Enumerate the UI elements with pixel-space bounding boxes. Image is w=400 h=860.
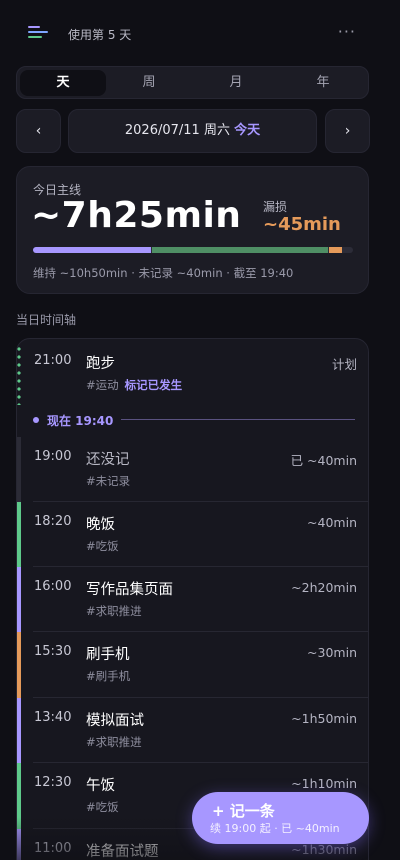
now-indicator: 现在 19:40 xyxy=(33,411,355,429)
entry-duration: 计划 xyxy=(331,357,357,372)
entry-duration: ~40min xyxy=(307,515,357,530)
entry-time: 13:40 xyxy=(34,710,72,725)
entry-tag: #吃饭 xyxy=(86,538,119,554)
summary-card: 今日主线 ~7h25min 漏损 ~45min 维持 ~10h50min · 未… xyxy=(16,166,369,294)
more-icon[interactable]: ··· xyxy=(338,22,356,41)
add-entry-button[interactable]: + 记一条 续 19:00 起 · 已 ~40min xyxy=(192,792,369,844)
entry-time: 12:30 xyxy=(34,775,72,790)
entry-duration: ~1h50min xyxy=(291,711,357,726)
date-text: 2026/07/11 周六 xyxy=(124,123,230,138)
entry-title: 还没记 xyxy=(86,452,130,468)
entry-tag-text: #吃饭 xyxy=(86,539,119,553)
entry-time: 21:00 xyxy=(34,353,72,368)
entry-tag-text: #求职推进 xyxy=(86,604,142,618)
entry-tag: #运动 标记已发生 xyxy=(86,377,182,393)
entry-tag-text: #运动 xyxy=(86,378,119,392)
entry-title: 午饭 xyxy=(86,778,115,794)
entry-tag-text: #吃饭 xyxy=(86,800,119,814)
add-entry-label: + 记一条 xyxy=(212,802,275,820)
entry-title: 写作品集页面 xyxy=(86,582,173,598)
progress-segment xyxy=(329,247,342,253)
entry-tag: #未记录 xyxy=(86,473,130,489)
top-bar: 使用第 5 天 ··· xyxy=(0,0,400,66)
period-tabs: 天 周 月 年 xyxy=(16,66,369,99)
add-entry-sub: 续 19:00 起 · 已 ~40min xyxy=(210,822,340,835)
entry-duration: ~1h10min xyxy=(291,776,357,791)
entry-title: 晚饭 xyxy=(86,517,115,533)
tab-month[interactable]: 月 xyxy=(193,70,279,96)
loss-value: ~45min xyxy=(263,214,341,235)
timeline-title: 当日时间轴 xyxy=(16,313,77,327)
progress-segment xyxy=(33,247,151,253)
entry-duration: 已 ~40min xyxy=(290,453,357,468)
entry-title: 模拟面试 xyxy=(86,713,144,729)
entry-duration: ~2h20min xyxy=(291,580,357,595)
tab-year[interactable]: 年 xyxy=(280,70,366,96)
app-logo-icon xyxy=(28,26,48,42)
entry-tag: #吃饭 xyxy=(86,799,119,815)
entry-duration: ~30min xyxy=(307,645,357,660)
entry-tag: #求职推进 xyxy=(86,734,142,750)
now-label: 现在 19:40 xyxy=(47,414,114,428)
progress-bar xyxy=(33,247,353,253)
entry-tag: #刷手机 xyxy=(86,668,130,684)
entry-tag-text: #刷手机 xyxy=(86,669,131,683)
timeline-entry[interactable]: 21:00 跑步 #运动 标记已发生 计划 xyxy=(17,339,368,405)
category-stripe xyxy=(17,698,21,763)
tab-day[interactable]: 天 xyxy=(20,70,106,96)
entry-tag: #求职推进 xyxy=(86,603,142,619)
timeline-entry[interactable]: 18:20 晚饭 #吃饭 ~40min xyxy=(17,502,368,567)
category-stripe xyxy=(17,567,21,632)
next-day-button[interactable]: › xyxy=(325,109,370,153)
timeline-entry[interactable]: 19:00 还没记 #未记录 已 ~40min xyxy=(17,437,368,502)
category-stripe xyxy=(17,437,21,502)
entry-time: 16:00 xyxy=(34,579,72,594)
entry-time: 18:20 xyxy=(34,514,72,529)
tab-week[interactable]: 周 xyxy=(106,70,192,96)
entry-title: 跑步 xyxy=(86,356,115,372)
prev-day-button[interactable]: ‹ xyxy=(16,109,61,153)
entry-tag-text: #未记录 xyxy=(86,474,131,488)
entry-tag-text: #求职推进 xyxy=(86,735,142,749)
main-duration: ~7h25min xyxy=(31,195,242,236)
today-label: 今天 xyxy=(234,123,261,138)
entry-title: 刷手机 xyxy=(86,647,130,663)
entry-time: 15:30 xyxy=(34,644,72,659)
loss-label: 漏损 xyxy=(263,200,288,214)
timeline-entry[interactable]: 16:00 写作品集页面 #求职推进 ~2h20min xyxy=(17,567,368,632)
timeline-entry[interactable]: 13:40 模拟面试 #求职推进 ~1h50min xyxy=(17,698,368,763)
summary-meta: 维持 ~10h50min · 未记录 ~40min · 截至 19:40 xyxy=(33,266,294,280)
date-display[interactable]: 2026/07/11 周六 今天 xyxy=(68,109,317,153)
mark-done-link[interactable]: 标记已发生 xyxy=(125,378,183,392)
now-line xyxy=(121,419,355,420)
now-dot xyxy=(33,417,39,423)
timeline-entry[interactable]: 15:30 刷手机 #刷手机 ~30min xyxy=(17,632,368,698)
usage-days: 使用第 5 天 xyxy=(68,28,132,42)
entry-time: 19:00 xyxy=(34,449,72,464)
timeline-panel: 现在 19:40 21:00 跑步 #运动 标记已发生 计划 19:00 还没记 #未记录 已 … xyxy=(16,338,369,860)
category-stripe xyxy=(17,632,21,698)
progress-segment xyxy=(152,247,328,253)
category-stripe xyxy=(17,502,21,567)
